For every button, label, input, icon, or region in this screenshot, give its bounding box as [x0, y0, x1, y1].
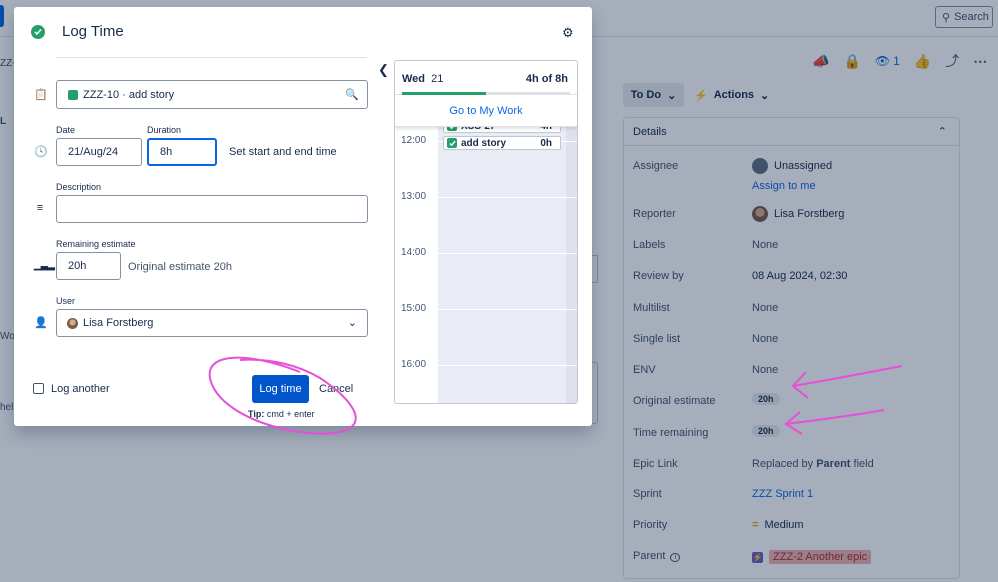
log-another-checkbox[interactable]: [33, 383, 44, 394]
day-calendar: Wed 21 4h of 8h Go to My Work 12:00 13:00…: [394, 60, 578, 404]
issue-picker[interactable]: ZZZ-10 · add story 🔍: [56, 80, 368, 109]
worklog-title: add story: [461, 137, 507, 149]
person-icon: 👤: [34, 317, 48, 329]
log-time-dialog: Log Time ⚙ 📋 ZZZ-10 · add story 🔍 Date D…: [14, 7, 592, 426]
remaining-estimate-field[interactable]: 20h: [56, 252, 121, 280]
user-select-value: Lisa Forstberg: [83, 317, 154, 329]
day-number: 21: [431, 73, 444, 85]
worklog-entry[interactable]: add story 0h: [443, 136, 561, 150]
log-time-button[interactable]: Log time: [252, 375, 309, 403]
hour-label: 14:00: [401, 247, 427, 258]
hour-gridline: [438, 253, 577, 254]
date-field[interactable]: 21/Aug/24: [56, 138, 142, 166]
day-column-edge: [566, 127, 577, 403]
issue-picker-value: ZZZ-10 · add story: [83, 88, 175, 101]
chevron-left-icon[interactable]: ❮: [378, 62, 389, 78]
hour-label: 15:00: [401, 303, 427, 314]
calendar-grid: 12:0013:0014:0015:0016:00XSS-274hadd sto…: [395, 119, 577, 403]
chevron-down-icon: ⌄: [347, 317, 357, 329]
date-label: Date: [56, 125, 76, 135]
user-label: User: [56, 296, 76, 306]
cancel-button[interactable]: Cancel: [319, 383, 353, 395]
calendar-date: Wed 21: [402, 73, 443, 85]
bar-chart-icon: ▁▃▂: [34, 260, 55, 270]
day-column: [438, 127, 566, 403]
log-another-label[interactable]: Log another: [51, 383, 110, 395]
search-icon[interactable]: 🔍: [345, 88, 359, 101]
hour-gridline: [438, 365, 577, 366]
remaining-estimate-label: Remaining estimate: [56, 239, 136, 249]
clock-icon: 🕓: [34, 146, 48, 158]
hour-gridline: [438, 309, 577, 310]
day-name: Wed: [402, 73, 426, 85]
calendar-header: Wed 21 4h of 8h: [395, 61, 577, 95]
dialog-title: Log Time: [62, 23, 124, 40]
duration-label: Duration: [147, 125, 182, 135]
hour-gridline: [438, 197, 577, 198]
tip-label: Tip:: [248, 409, 265, 419]
description-field[interactable]: [56, 195, 368, 223]
tip-text: cmd + enter: [264, 409, 315, 419]
hour-label: 16:00: [401, 359, 427, 370]
clipboard-icon: 📋: [34, 89, 48, 101]
check-icon: [447, 138, 457, 148]
gear-icon[interactable]: ⚙: [562, 25, 574, 41]
original-estimate-note: Original estimate 20h: [128, 261, 232, 273]
avatar: [67, 317, 78, 329]
header-divider: [56, 57, 367, 58]
hours-logged: 4h of 8h: [525, 73, 568, 85]
dialog-header: Log Time: [31, 23, 124, 40]
check-circle-icon: [31, 24, 45, 39]
text-lines-icon: ≡: [36, 202, 44, 214]
user-select[interactable]: Lisa Forstberg ⌄: [56, 309, 368, 337]
go-to-my-work-link[interactable]: Go to My Work: [395, 95, 577, 127]
description-label: Description: [56, 182, 102, 192]
set-start-end-link[interactable]: Set start and end time: [229, 146, 337, 158]
story-icon: [68, 89, 78, 100]
duration-field[interactable]: 8h: [147, 138, 217, 166]
hour-label: 13:00: [401, 191, 427, 202]
worklog-duration: 0h: [540, 137, 552, 149]
keyboard-tip: Tip: cmd + enter: [248, 409, 315, 419]
hour-label: 12:00: [401, 135, 427, 146]
